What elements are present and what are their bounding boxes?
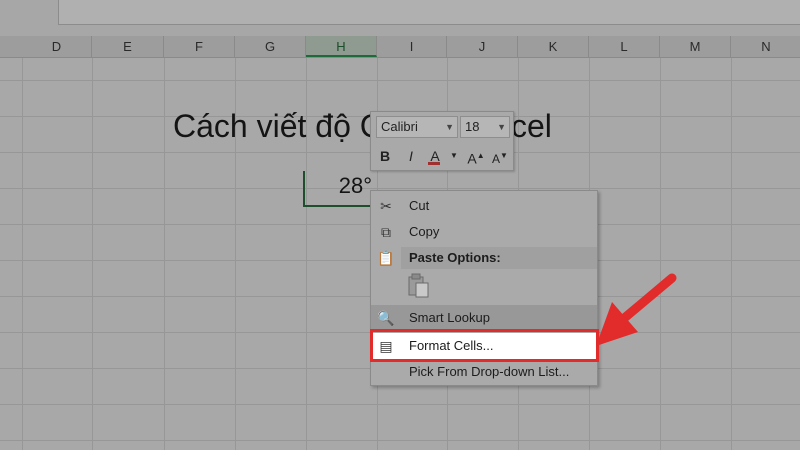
shrink-font-button[interactable]: A▼ (491, 146, 509, 166)
grid-row-line (0, 404, 800, 405)
active-cell-value: 28° (338, 173, 372, 198)
page-shape (415, 282, 429, 298)
chevron-down-icon: ▼ (497, 122, 506, 132)
column-header-m[interactable]: M (660, 36, 731, 57)
menu-item-pick-list[interactable]: Pick From Drop-down List... (371, 359, 597, 385)
column-header-h[interactable]: H (306, 36, 377, 57)
font-name-dropdown[interactable]: Calibri ▼ (376, 116, 458, 138)
arrow-shaft (617, 273, 677, 325)
bold-button[interactable]: B (377, 146, 393, 166)
column-header-row: DEFGHIJKLMN (0, 36, 800, 58)
font-name-value: Calibri (381, 119, 418, 134)
paste-button[interactable] (408, 273, 430, 299)
formula-bar-input[interactable] (58, 0, 800, 25)
column-header-i[interactable]: I (377, 36, 447, 57)
column-header-n[interactable]: N (731, 36, 800, 57)
copy-icon: ⧉ (381, 224, 391, 240)
grid-row-line (0, 440, 800, 441)
column-header-j[interactable]: J (447, 36, 518, 57)
mini-toolbar: Calibri ▼ 18 ▼ B I A ▼ A▲ A▼ (370, 111, 514, 171)
column-header-d[interactable]: D (22, 36, 92, 57)
font-color-swatch (428, 162, 440, 165)
paste-options-label: Paste Options: (409, 250, 501, 265)
scissors-icon: ✂ (380, 198, 392, 214)
column-header-k[interactable]: K (518, 36, 589, 57)
smart-lookup-icon: 🔍 (377, 310, 395, 326)
paste-options-header: Paste Options: (401, 247, 597, 269)
column-header-l[interactable]: L (589, 36, 660, 57)
active-cell-h4[interactable]: 28° (303, 171, 376, 207)
grow-font-button[interactable]: A▲ (467, 146, 485, 167)
grid-row-line (0, 188, 800, 189)
clipboard-clip-shape (411, 273, 421, 280)
formula-bar-area (0, 0, 800, 36)
font-size-dropdown[interactable]: 18 ▼ (460, 116, 510, 138)
column-header-e[interactable]: E (92, 36, 164, 57)
paste-icon: 📋 (377, 250, 395, 266)
chevron-down-icon: ▼ (445, 122, 454, 132)
grid-row-line (0, 80, 800, 81)
italic-button[interactable]: I (403, 146, 419, 166)
menu-item-label: Pick From Drop-down List... (409, 364, 570, 379)
red-arrow-annotation (596, 273, 677, 346)
menu-item-copy[interactable]: ⧉ Copy (371, 219, 597, 245)
menu-item-label: Smart Lookup (409, 310, 490, 325)
menu-item-label: Copy (409, 224, 440, 239)
menu-item-smart-lookup[interactable]: 🔍 Smart Lookup (371, 305, 597, 331)
column-header-g[interactable]: G (235, 36, 306, 57)
font-size-value: 18 (465, 119, 480, 134)
shrink-font-icon: A (492, 152, 501, 166)
grow-font-icon: A (467, 150, 477, 167)
format-cells-highlight-box (370, 329, 599, 362)
font-color-button[interactable]: A (427, 146, 443, 166)
font-color-chevron-icon[interactable]: ▼ (449, 146, 459, 166)
menu-item-label: Cut (409, 198, 430, 213)
excel-window: DEFGHIJKLMN Cách viết độ C trong Excel 2… (0, 0, 800, 450)
column-header-f[interactable]: F (164, 36, 235, 57)
menu-item-cut[interactable]: ✂ Cut (371, 193, 597, 219)
